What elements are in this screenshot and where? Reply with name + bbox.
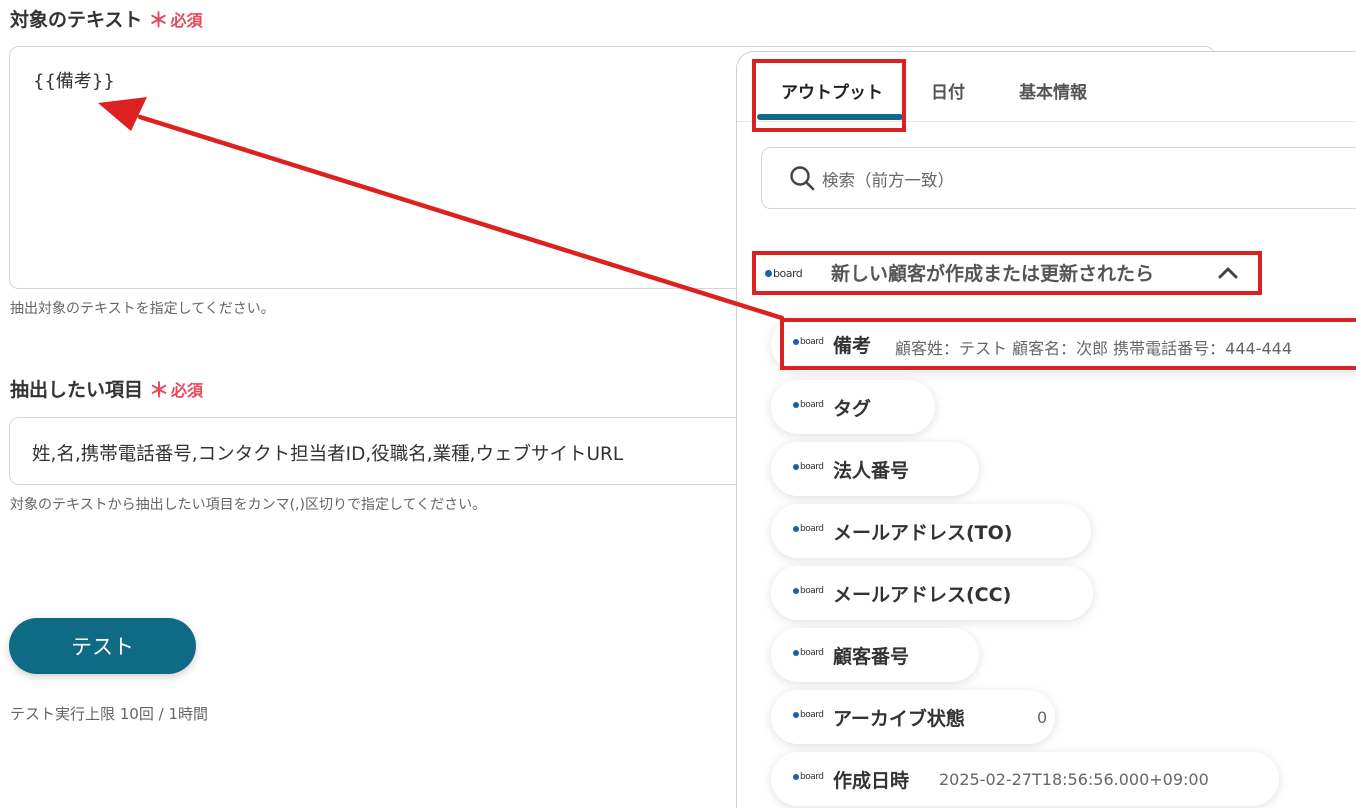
board-logo: board	[793, 586, 824, 596]
output-item-label: 法人番号	[833, 460, 910, 482]
output-item-tag[interactable]: board タグ	[771, 380, 935, 434]
board-logo-text: board	[800, 772, 824, 782]
board-logo-text: board	[800, 586, 824, 596]
board-logo-dot	[793, 588, 799, 594]
board-logo: board	[793, 462, 824, 472]
output-item-archive-status[interactable]: board アーカイブ状態 0	[771, 690, 1055, 744]
extract-items-input[interactable]: 姓,名,携帯電話番号,コンタクト担当者ID,役職名,業種,ウェブサイトURL	[9, 417, 769, 485]
board-logo-text: board	[800, 710, 824, 720]
target-text-label-text: 対象のテキスト	[10, 9, 143, 31]
extract-items-label-text: 抽出したい項目	[10, 379, 144, 401]
search-input[interactable]: 検索（前方一致）	[761, 147, 1356, 209]
required-badge: 必須	[171, 380, 204, 400]
annotation-highlight-bikou-item	[780, 318, 1356, 370]
board-logo-dot	[793, 526, 799, 532]
board-logo: board	[793, 648, 824, 658]
required-asterisk: ＊	[149, 378, 170, 402]
board-logo-dot	[793, 774, 799, 780]
output-item-corporate-number[interactable]: board 法人番号	[771, 442, 979, 496]
board-logo: board	[793, 772, 824, 782]
test-button[interactable]: テスト	[9, 618, 196, 674]
board-logo-dot	[793, 650, 799, 656]
tab-basic-info[interactable]: 基本情報	[1019, 78, 1087, 103]
target-text-label: 対象のテキスト ＊ 必須	[10, 4, 202, 33]
board-logo-dot	[793, 402, 799, 408]
output-item-customer-number[interactable]: board 顧客番号	[771, 628, 979, 682]
board-logo: board	[793, 524, 824, 534]
test-limit-text: テスト実行上限 10回 / 1時間	[10, 705, 208, 723]
board-logo-text: board	[800, 648, 824, 658]
board-logo-text: board	[800, 524, 824, 534]
required-badge: 必須	[170, 10, 203, 30]
output-item-value: 0	[1037, 708, 1048, 727]
output-item-email-to[interactable]: board メールアドレス(TO)	[771, 504, 1091, 558]
board-logo-text: board	[800, 400, 824, 410]
variable-picker-panel: アウトプット 日付 基本情報 検索（前方一致） board 新しい顧客が作成また…	[736, 51, 1356, 808]
output-item-label: 顧客番号	[833, 646, 910, 668]
output-item-value: 2025-02-27T18:56:56.000+09:00	[939, 770, 1209, 789]
target-text-hint: 抽出対象のテキストを指定してください。	[10, 301, 275, 317]
output-item-label: メールアドレス(TO)	[833, 522, 1013, 544]
board-logo-dot	[793, 712, 799, 718]
output-item-label: 作成日時	[833, 770, 910, 792]
extract-items-value: 姓,名,携帯電話番号,コンタクト担当者ID,役職名,業種,ウェブサイトURL	[32, 444, 624, 465]
search-icon	[790, 166, 815, 191]
annotation-highlight-trigger-group	[752, 251, 1262, 295]
output-item-label: タグ	[833, 398, 872, 420]
output-item-label: アーカイブ状態	[833, 708, 965, 730]
board-logo: board	[793, 400, 824, 410]
board-logo-text: board	[800, 462, 824, 472]
extract-items-label: 抽出したい項目 ＊ 必須	[10, 374, 203, 403]
output-item-created-at[interactable]: board 作成日時 2025-02-27T18:56:56.000+09:00	[771, 752, 1279, 806]
output-item-email-cc[interactable]: board メールアドレス(CC)	[771, 566, 1093, 620]
extract-items-hint: 対象のテキストから抽出したい項目をカンマ(,)区切りで指定してください。	[10, 497, 487, 513]
search-placeholder: 検索（前方一致）	[822, 171, 954, 190]
board-logo-dot	[793, 464, 799, 470]
annotation-highlight-output-tab	[752, 59, 906, 132]
board-logo: board	[793, 710, 824, 720]
target-text-value: {{備考}}	[33, 71, 115, 92]
tab-date[interactable]: 日付	[931, 78, 965, 103]
required-asterisk: ＊	[148, 8, 169, 32]
output-item-label: メールアドレス(CC)	[833, 584, 1012, 606]
